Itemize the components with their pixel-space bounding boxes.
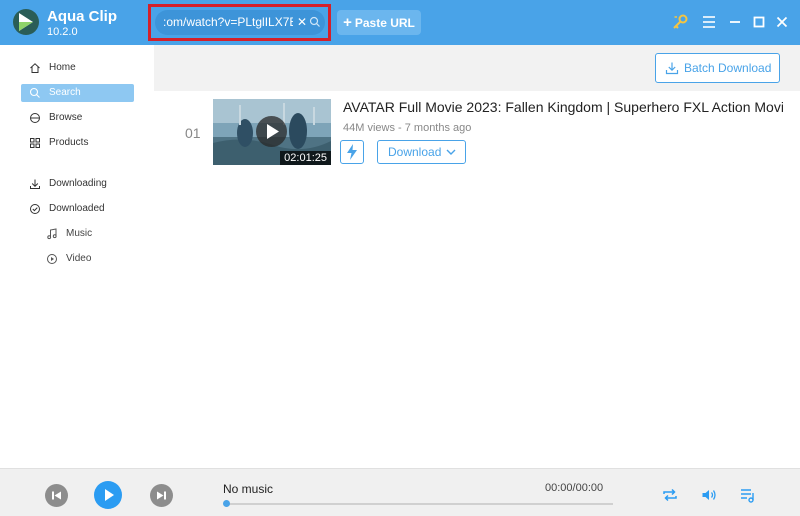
sidebar-item-label: Products [49, 137, 89, 148]
search-icon [29, 87, 40, 98]
grid-icon [30, 138, 40, 148]
time-readout: 00:00/00:00 [545, 482, 604, 494]
next-icon [157, 491, 166, 500]
paste-url-label: Paste URL [354, 16, 415, 30]
download-button[interactable]: Download [377, 140, 466, 164]
volume-icon[interactable] [700, 486, 718, 504]
sidebar-item-downloading[interactable]: Downloading [21, 175, 134, 193]
sidebar-item-label: Video [66, 253, 92, 264]
previous-icon [52, 491, 61, 500]
download-icon [665, 62, 679, 75]
check-circle-icon [30, 204, 40, 214]
playlist-icon[interactable] [739, 486, 757, 504]
progress-bar[interactable] [223, 500, 613, 507]
video-title: AVATAR Full Movie 2023: Fallen Kingdom |… [343, 99, 783, 115]
results-list: 01 02:01:25 AVATAR Full Movie 2023: Fall… [154, 91, 800, 468]
paste-url-button[interactable]: + Paste URL [337, 10, 421, 35]
sidebar-item-home[interactable]: Home [21, 59, 134, 77]
sidebar-item-label: Browse [49, 112, 83, 123]
now-playing-title: No music [223, 482, 274, 496]
repeat-icon[interactable] [661, 486, 679, 504]
app-version: 10.2.0 [47, 26, 78, 38]
next-button[interactable] [150, 484, 173, 507]
title-bar: Aqua Clip 10.2.0 :om/watch?v=PLtglILX7E8… [0, 0, 800, 45]
key-icon[interactable] [671, 13, 689, 31]
main-panel: Batch Download 01 02:01:25 AVATAR Full M… [154, 45, 800, 468]
sidebar-item-search[interactable]: Search [21, 84, 134, 102]
lightning-icon [347, 144, 357, 160]
sidebar-item-label: Search [49, 87, 81, 98]
play-icon[interactable] [256, 116, 287, 147]
minimize-icon[interactable] [726, 13, 744, 31]
close-icon[interactable] [773, 13, 791, 31]
highlight-box [148, 4, 331, 41]
video-duration: 02:01:25 [280, 151, 331, 165]
sidebar-item-music[interactable]: Music [45, 225, 125, 243]
video-meta: 44M views - 7 months ago [343, 122, 472, 134]
sidebar-item-products[interactable]: Products [21, 134, 134, 152]
sidebar-item-label: Home [49, 62, 76, 73]
sidebar-item-label: Downloading [49, 178, 107, 189]
sidebar: Home Search Browse Products Downloading [0, 45, 154, 468]
play-button[interactable] [94, 481, 122, 509]
quick-download-button[interactable] [340, 140, 364, 164]
app-name: Aqua Clip [47, 8, 117, 25]
batch-download-label: Batch Download [684, 61, 772, 75]
progress-knob[interactable] [223, 500, 230, 507]
play-circle-icon [47, 254, 57, 264]
batch-download-button[interactable]: Batch Download [655, 53, 780, 83]
home-icon [30, 63, 40, 73]
toolbar: Batch Download [154, 45, 800, 91]
globe-icon [30, 113, 40, 123]
play-icon [105, 489, 114, 501]
music-player: No music 00:00/00:00 [0, 468, 800, 516]
sidebar-item-browse[interactable]: Browse [21, 109, 134, 127]
app-logo [13, 9, 39, 35]
menu-icon[interactable] [700, 13, 718, 31]
sidebar-item-video[interactable]: Video [45, 250, 125, 268]
sidebar-item-downloaded[interactable]: Downloaded [21, 200, 134, 218]
video-thumbnail[interactable]: 02:01:25 [213, 99, 331, 165]
result-index: 01 [185, 125, 201, 141]
previous-button[interactable] [45, 484, 68, 507]
sidebar-item-label: Downloaded [49, 203, 105, 214]
chevron-down-icon [446, 149, 456, 155]
plus-icon: + [343, 14, 352, 31]
maximize-icon[interactable] [750, 13, 768, 31]
download-label: Download [388, 145, 442, 159]
music-note-icon [47, 228, 57, 240]
sidebar-item-label: Music [66, 228, 93, 239]
download-icon [30, 179, 40, 189]
